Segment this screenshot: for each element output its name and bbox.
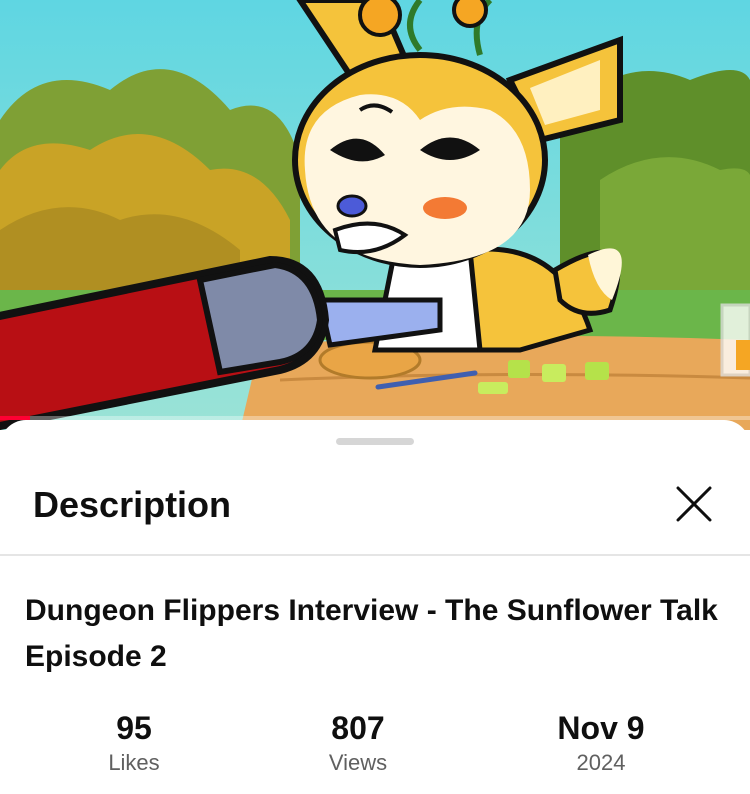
likes-label: Likes [108,750,160,775]
close-icon [676,486,712,522]
video-player[interactable] [0,0,750,430]
video-title: Dungeon Flippers Interview - The Sunflow… [25,594,718,673]
sheet-drag-handle[interactable] [336,438,414,445]
publish-date: Nov 9 [557,710,645,746]
close-button[interactable] [670,480,718,528]
description-sheet: Description Dungeon Flippers Interview -… [0,420,750,794]
stat-date: Nov 9 2024 [521,708,681,778]
sheet-title: Description [33,484,232,525]
publish-year: 2024 [576,750,626,775]
stat-likes: 95 Likes [54,708,214,778]
header-divider [0,554,750,556]
screen: Description Dungeon Flippers Interview -… [0,0,750,794]
stat-views: 807 Views [278,708,438,778]
video-frame-illustration [0,0,750,430]
likes-count: 95 [116,710,152,746]
views-count: 807 [331,710,385,746]
views-label: Views [328,750,388,775]
